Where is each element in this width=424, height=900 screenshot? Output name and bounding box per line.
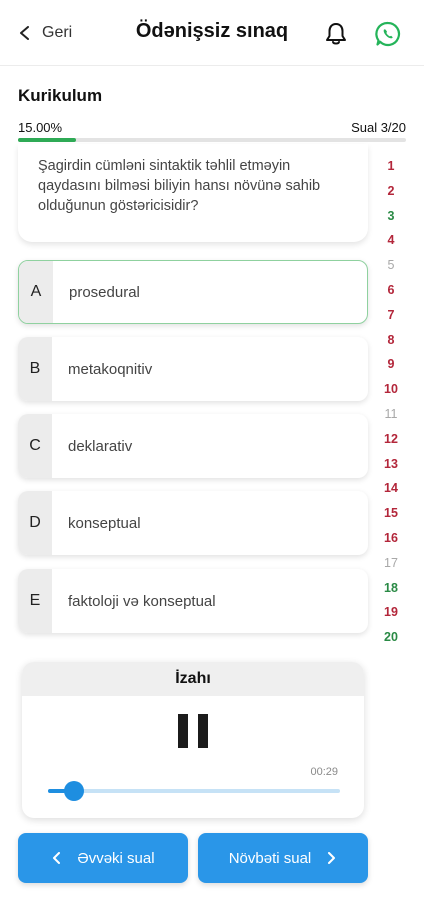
question-number-item[interactable]: 14 [378,476,404,501]
bell-icon[interactable] [322,20,350,48]
answer-option-text: prosedural [69,283,140,301]
answer-option-text: deklarativ [68,437,133,455]
question-number-item[interactable]: 13 [378,452,404,477]
audio-seek-track[interactable] [48,789,340,793]
question-number-item[interactable]: 1 [378,154,404,179]
question-number-item[interactable]: 20 [378,625,404,650]
question-number-item[interactable]: 16 [378,526,404,551]
question-number-item[interactable]: 5 [378,253,404,278]
question-counter: Sual 3/20 [351,120,406,135]
question-number-item[interactable]: 7 [378,303,404,328]
app-header: Geri Ödənişsiz sınaq [0,0,424,66]
question-number-item[interactable]: 3 [378,204,404,229]
previous-question-label: Əvvəki sual [77,849,155,867]
explanation-panel: İzahı 00:29 [22,662,364,818]
answer-option[interactable]: Efaktoloji və konseptual [18,569,368,633]
question-text: Şagirdin cümləni sintaktik təhlil etməyi… [38,158,321,214]
chevron-left-icon [20,26,29,40]
back-button[interactable]: Geri [18,20,72,46]
progress-row: 15.00% Sual 3/20 [18,120,406,136]
whatsapp-icon[interactable] [374,20,402,48]
next-question-button[interactable]: Növbəti sual [198,833,368,883]
chevron-left-icon [53,852,61,864]
question-number-item[interactable]: 8 [378,328,404,353]
answer-option-text: metakoqnitiv [68,360,153,378]
answer-option-letter: C [18,414,52,478]
audio-time: 00:29 [310,766,338,778]
question-number-item[interactable]: 2 [378,179,404,204]
answer-option-letter: E [18,569,52,633]
answer-option-letter: B [18,337,52,401]
explanation-title: İzahı [22,662,364,696]
chevron-right-icon [328,852,336,864]
progress-bar [18,138,406,142]
question-number-list: 1 2 3 4 5 6 7 8 9 10 11 12 13 14 15 16 17 18 19 20 [378,154,404,650]
answer-option-letter: D [18,491,52,555]
previous-question-button[interactable]: Əvvəki sual [18,833,188,883]
section-title: Kurikulum [18,86,103,105]
progress-bar-fill [18,138,77,142]
answer-option-text: faktoloji və konseptual [68,592,216,610]
question-number-item[interactable]: 19 [378,600,404,625]
answer-option[interactable]: Dkonseptual [18,491,368,555]
question-number-item[interactable]: 17 [378,551,404,576]
question-number-item[interactable]: 4 [378,228,404,253]
next-question-label: Növbəti sual [228,849,312,867]
pause-icon[interactable] [178,714,208,748]
question-number-item[interactable]: 10 [378,377,404,402]
question-number-item[interactable]: 6 [378,278,404,303]
progress-percent: 15.00% [18,120,63,135]
answer-option[interactable]: Cdeklarativ [18,414,368,478]
question-number-item[interactable]: 18 [378,576,404,601]
question-number-item[interactable]: 12 [378,427,404,452]
question-number-item[interactable]: 9 [378,352,404,377]
answer-option[interactable]: Aprosedural [18,260,368,324]
answer-option-text: konseptual [68,514,141,532]
back-label: Geri [42,24,73,41]
question-card: Şagirdin cümləni sintaktik təhlil etməyi… [18,144,368,242]
question-number-item[interactable]: 15 [378,501,404,526]
answer-option-letter: A [19,261,53,323]
answer-option[interactable]: Bmetakoqnitiv [18,337,368,401]
audio-seek-thumb[interactable] [64,781,85,801]
question-number-item[interactable]: 11 [378,402,404,427]
